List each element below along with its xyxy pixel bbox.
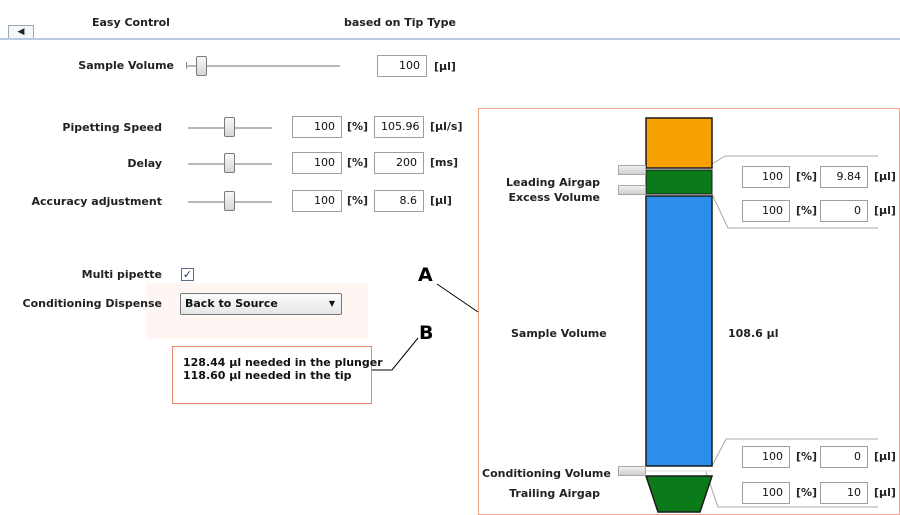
trailing-airgap-percent-field[interactable]: 100 <box>742 482 790 504</box>
tip-trailing-airgap-segment <box>644 475 714 513</box>
excess-volume-handle[interactable] <box>618 185 646 195</box>
sample-volume-tip-value: 108.6 µl <box>728 327 779 340</box>
conditioning-volume-value-field[interactable]: 0 <box>820 446 868 468</box>
conditioning-volume-percent-unit: [%] <box>796 450 818 463</box>
leading-airgap-percent-field[interactable]: 100 <box>742 166 790 188</box>
conditioning-volume-value-unit: [µl] <box>874 450 896 463</box>
excess-volume-label: Excess Volume <box>508 191 600 204</box>
leading-airgap-handle[interactable] <box>618 165 646 175</box>
leading-airgap-value-field[interactable]: 9.84 <box>820 166 868 188</box>
callout-b-line <box>372 337 419 371</box>
row1-connector <box>711 155 878 165</box>
leading-airgap-percent-unit: [%] <box>796 170 818 183</box>
leading-airgap-label: Leading Airgap <box>506 176 600 189</box>
trailing-airgap-label: Trailing Airgap <box>509 487 600 500</box>
excess-volume-value-field[interactable]: 0 <box>820 200 868 222</box>
excess-volume-value-unit: [µl] <box>874 204 896 217</box>
leading-airgap-value-unit: [µl] <box>874 170 896 183</box>
conditioning-volume-percent-field[interactable]: 100 <box>742 446 790 468</box>
tip-sample-segment <box>645 195 713 467</box>
excess-volume-percent-unit: [%] <box>796 204 818 217</box>
trailing-airgap-value-field[interactable]: 10 <box>820 482 868 504</box>
sample-volume-tip-label: Sample Volume <box>511 327 607 340</box>
tip-leading-airgap-segment <box>645 169 713 195</box>
trailing-airgap-percent-unit: [%] <box>796 486 818 499</box>
excess-volume-percent-field[interactable]: 100 <box>742 200 790 222</box>
conditioning-volume-label: Conditioning Volume <box>482 467 611 480</box>
trailing-airgap-value-unit: [µl] <box>874 486 896 499</box>
tip-top-segment <box>645 117 713 169</box>
callout-a-line <box>436 283 479 313</box>
conditioning-volume-handle[interactable] <box>618 466 646 476</box>
